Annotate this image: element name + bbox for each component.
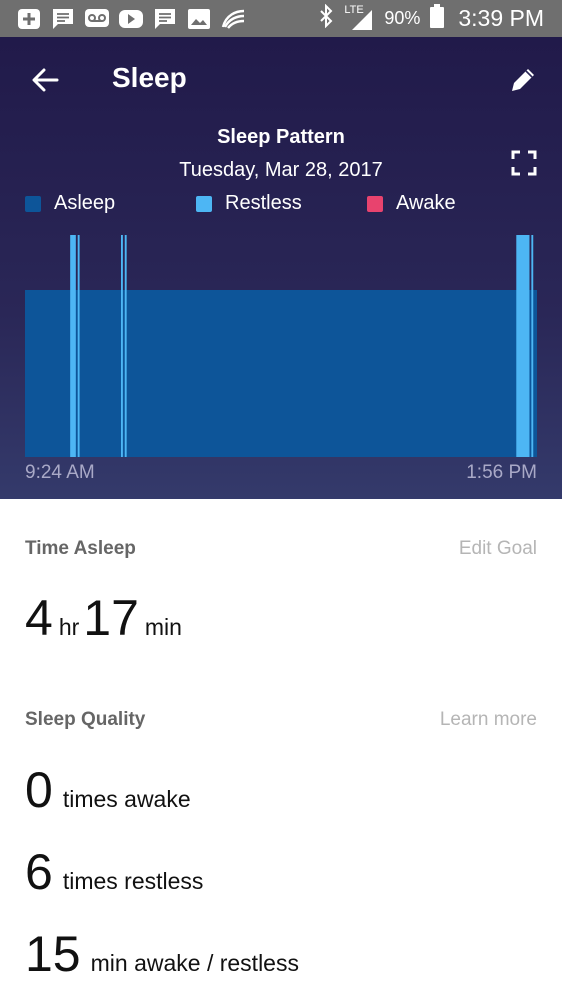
restless-segment-3: [124, 235, 127, 457]
sleep-chart-svg: [25, 235, 537, 457]
chart-date: Tuesday, Mar 28, 2017: [179, 159, 383, 181]
battery-icon: [430, 3, 445, 34]
expand-button[interactable]: [510, 149, 538, 177]
asleep-segment-0: [25, 290, 537, 457]
sleep-quality-header: Sleep Quality Learn more: [25, 709, 537, 737]
times-awake-label: times awake: [62, 786, 191, 812]
add-box-icon: [16, 7, 42, 31]
minutes-restless-value: 15: [25, 926, 81, 982]
restless-segment-2: [121, 235, 123, 457]
hours-unit: hr: [58, 614, 80, 640]
time-asleep-value: 4 hr17 min: [25, 593, 186, 643]
back-button[interactable]: [28, 63, 62, 97]
legend-label-asleep: Asleep: [54, 192, 116, 214]
message-icon: [50, 7, 76, 31]
hours-value: 4: [25, 590, 53, 646]
legend-awake: Awake: [367, 192, 456, 215]
notification-icons: [16, 6, 246, 31]
page-title: Sleep: [112, 62, 187, 93]
status-bar: LTE 90% 3:39 PM: [0, 0, 562, 37]
time-asleep-title: Time Asleep: [25, 538, 136, 559]
legend-swatch-restless: [196, 195, 212, 212]
image-icon: [186, 7, 212, 31]
restless-segment-0: [70, 235, 76, 457]
learn-more-link[interactable]: Learn more: [440, 709, 537, 731]
quality-row-minutes: 15 min awake / restless: [25, 929, 299, 979]
chart-title: Sleep Pattern: [217, 126, 345, 148]
quality-row-awake: 0 times awake: [25, 765, 191, 815]
times-restless-value: 6: [25, 844, 53, 900]
arrow-left-icon: [32, 68, 59, 92]
youtube-icon: [118, 7, 144, 31]
message-icon: [152, 7, 178, 31]
quality-row-restless: 6 times restless: [25, 847, 203, 897]
battery-percent: 90%: [384, 8, 421, 28]
edit-goal-link[interactable]: Edit Goal: [459, 538, 537, 560]
minutes-restless-label: min awake / restless: [90, 950, 299, 976]
restless-segment-1: [77, 235, 80, 457]
legend-label-awake: Awake: [396, 192, 456, 214]
time-asleep-header: Time Asleep Edit Goal: [25, 538, 537, 566]
fullscreen-icon: [511, 150, 537, 176]
edit-button[interactable]: [506, 63, 540, 97]
pencil-icon: [512, 69, 534, 91]
times-restless-label: times restless: [62, 868, 204, 894]
lte-signal-icon: LTE: [344, 4, 374, 32]
bluetooth-icon: [318, 3, 334, 34]
legend-asleep: Asleep: [25, 192, 115, 215]
x-axis-end-label: 1:56 PM: [466, 462, 537, 483]
sleep-header: Sleep Sleep Pattern Tuesday, Mar 28, 201…: [0, 37, 562, 499]
swiftkey-icon: [220, 7, 246, 31]
legend-label-restless: Restless: [225, 192, 302, 214]
minutes-unit: min: [144, 614, 182, 640]
system-icons: LTE 90% 3:39 PM: [318, 0, 544, 37]
legend-restless: Restless: [196, 192, 302, 215]
minutes-value: 17: [83, 590, 139, 646]
legend-swatch-awake: [367, 195, 383, 212]
x-axis-start-label: 9:24 AM: [25, 462, 95, 483]
restless-segment-5: [531, 235, 534, 457]
sleep-quality-title: Sleep Quality: [25, 709, 146, 730]
clock: 3:39 PM: [458, 5, 544, 31]
restless-segment-4: [516, 235, 530, 457]
legend-swatch-asleep: [25, 195, 41, 212]
times-awake-value: 0: [25, 762, 53, 818]
voicemail-icon: [84, 7, 110, 31]
sleep-pattern-chart: [25, 235, 537, 457]
